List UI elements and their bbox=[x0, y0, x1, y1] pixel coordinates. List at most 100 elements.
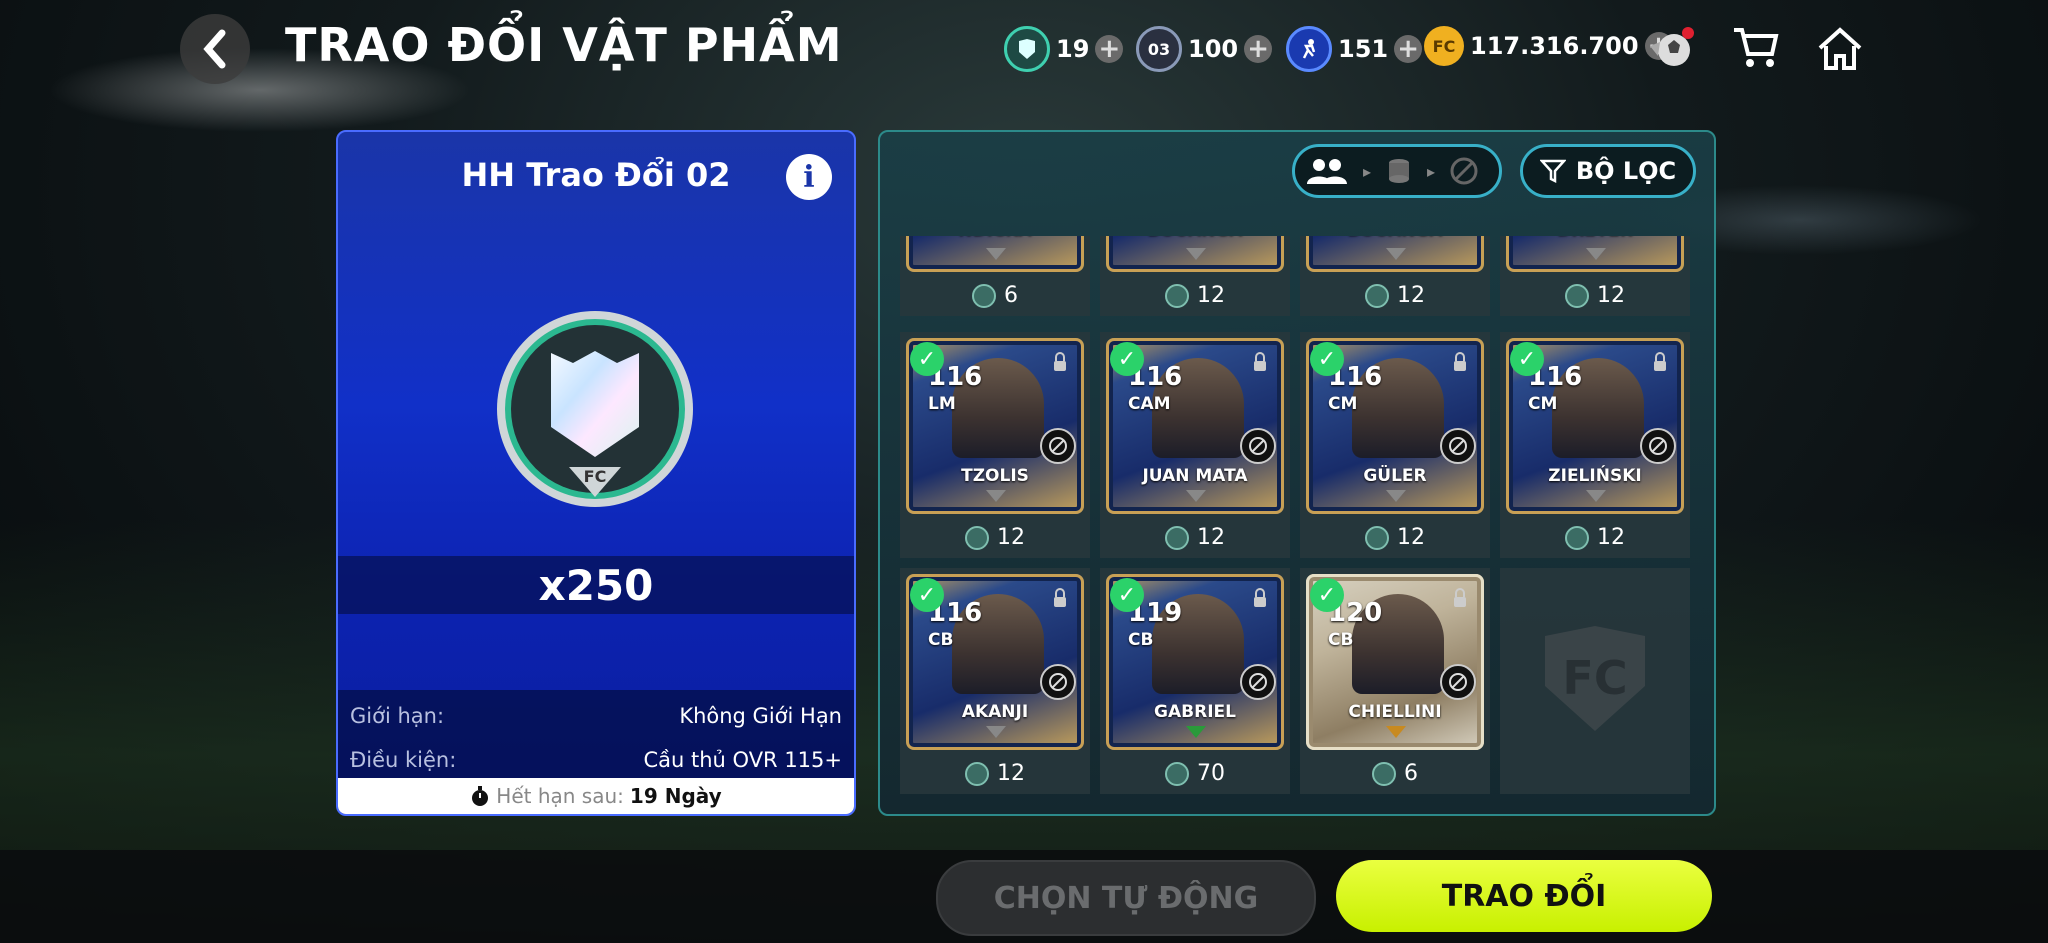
cost-value: 6 bbox=[1004, 283, 1018, 308]
player-position: CB bbox=[928, 630, 954, 650]
player-slot[interactable]: 116 CAM JUAN MATA ✓ 12 bbox=[1100, 332, 1290, 558]
auto-select-button[interactable]: CHỌN TỰ ĐỘNG bbox=[936, 860, 1316, 936]
checkmark-icon: ✓ bbox=[1310, 342, 1344, 376]
level-indicator bbox=[1386, 726, 1406, 738]
exchange-quantity: x250 bbox=[338, 556, 854, 614]
svg-text:FC: FC bbox=[584, 467, 607, 486]
level-indicator bbox=[1386, 248, 1406, 260]
player-card: BOUANGA bbox=[1106, 236, 1284, 272]
player-card: 116 CB AKANJI ✓ bbox=[906, 574, 1084, 750]
player-card: 116 CAM JUAN MATA ✓ bbox=[1106, 338, 1284, 514]
empty-slot: FC bbox=[1500, 568, 1690, 794]
player-slot[interactable]: 116 LM TZOLIS ✓ 12 bbox=[900, 332, 1090, 558]
cost-row: 12 bbox=[900, 525, 1090, 550]
player-card: 116 LM TZOLIS ✓ bbox=[906, 338, 1084, 514]
back-button[interactable] bbox=[180, 14, 250, 84]
player-position: LM bbox=[928, 394, 956, 414]
cost-row: 12 bbox=[1300, 283, 1490, 308]
filter-button[interactable]: BỘ LỌC bbox=[1520, 144, 1696, 198]
cost-value: 6 bbox=[1404, 761, 1418, 786]
no-trade-icon bbox=[1440, 428, 1476, 464]
checkmark-icon: ✓ bbox=[1110, 342, 1144, 376]
chevron-left-icon bbox=[203, 29, 226, 69]
player-position: CM bbox=[1528, 394, 1558, 414]
player-selection-panel: ▸ ▸ BỘ LỌC NDICKA6BOUANGA12BOUANGA12DREY… bbox=[878, 130, 1716, 816]
trade-button[interactable]: TRAO ĐỔI bbox=[1336, 860, 1712, 932]
player-card: NDICKA bbox=[906, 236, 1084, 272]
ball-news-button[interactable] bbox=[1644, 20, 1700, 76]
cost-row: 12 bbox=[1100, 283, 1290, 308]
player-name: AKANJI bbox=[961, 702, 1029, 722]
cost-row: 12 bbox=[1300, 525, 1490, 550]
player-position: CB bbox=[1328, 630, 1354, 650]
player-slot-partial[interactable]: BOUANGA 12 bbox=[1300, 236, 1490, 316]
shield-gem-icon bbox=[1004, 26, 1050, 72]
cart-icon bbox=[1734, 28, 1779, 67]
checkmark-icon: ✓ bbox=[1510, 342, 1544, 376]
cost-value: 12 bbox=[1597, 283, 1625, 308]
add-currency-button[interactable]: + bbox=[1244, 35, 1273, 63]
cost-row: 6 bbox=[900, 283, 1090, 308]
checkmark-icon: ✓ bbox=[1310, 578, 1344, 612]
shield-gem-icon bbox=[1165, 283, 1189, 308]
currency-exchange-token: 19 + bbox=[1004, 26, 1124, 72]
player-grid: NDICKA6BOUANGA12BOUANGA12DREYER12116LMTZ… bbox=[900, 236, 1700, 796]
player-slot[interactable]: 116 CM ZIELIŃSKI ✓ 12 bbox=[1500, 332, 1690, 558]
lock-icon bbox=[1052, 352, 1068, 372]
info-icon: i bbox=[803, 159, 815, 195]
player-position: CM bbox=[1328, 394, 1358, 414]
player-name: BOUANGA bbox=[1106, 236, 1284, 240]
shield-gem-icon bbox=[1165, 761, 1189, 786]
cost-value: 12 bbox=[1197, 283, 1225, 308]
lock-icon bbox=[1252, 588, 1268, 608]
no-trade-icon bbox=[1640, 428, 1676, 464]
player-slot-partial[interactable]: NDICKA 6 bbox=[900, 236, 1090, 316]
chevron-right-icon: ▸ bbox=[1427, 161, 1436, 181]
player-position: CB bbox=[1128, 630, 1154, 650]
cost-row: 70 bbox=[1100, 761, 1290, 786]
limit-row: Giới hạn: Không Giới Hạn bbox=[350, 704, 842, 728]
shield-gem-icon bbox=[1565, 283, 1589, 308]
add-currency-button[interactable]: + bbox=[1394, 35, 1423, 63]
ticket-03-icon: 03 bbox=[1136, 26, 1182, 72]
player-card: 120 CB CHIELLINI ✓ bbox=[1306, 574, 1484, 750]
player-slot-partial[interactable]: BOUANGA 12 bbox=[1100, 236, 1290, 316]
player-name: GABRIEL bbox=[1154, 702, 1236, 722]
player-slot[interactable]: 116 CB AKANJI ✓ 12 bbox=[900, 568, 1090, 794]
cost-value: 12 bbox=[1397, 283, 1425, 308]
level-indicator bbox=[1386, 490, 1406, 502]
home-icon bbox=[1818, 27, 1862, 70]
player-slot[interactable]: 120 CB CHIELLINI ✓ 6 bbox=[1300, 568, 1490, 794]
player-card: DREYER bbox=[1506, 236, 1684, 272]
currency-value: 100 bbox=[1188, 35, 1239, 63]
expire-label: Hết hạn sau: bbox=[496, 784, 624, 808]
page-title: TRAO ĐỔI VẬT PHẨM bbox=[285, 18, 843, 72]
cost-row: 6 bbox=[1300, 761, 1490, 786]
stopwatch-icon bbox=[472, 786, 489, 806]
checkmark-icon: ✓ bbox=[910, 578, 944, 612]
shield-gem-icon bbox=[1565, 525, 1589, 550]
cost-row: 12 bbox=[1100, 525, 1290, 550]
player-slot[interactable]: 119 CB GABRIEL ✓ 70 bbox=[1100, 568, 1290, 794]
condition-row: Điều kiện: Cầu thủ OVR 115+ bbox=[350, 748, 842, 772]
fc-coin-icon: FC bbox=[1424, 26, 1464, 66]
player-run-icon bbox=[1286, 26, 1332, 72]
team-mode-selector[interactable]: ▸ ▸ bbox=[1292, 144, 1502, 198]
player-name: NDICKA bbox=[906, 236, 1084, 240]
add-currency-button[interactable]: + bbox=[1095, 35, 1124, 63]
currency-value: 117.316.700 bbox=[1470, 32, 1639, 60]
player-slot[interactable]: 116 CM GÜLER ✓ 12 bbox=[1300, 332, 1490, 558]
cost-row: 12 bbox=[1500, 525, 1690, 550]
home-button[interactable] bbox=[1812, 20, 1868, 76]
level-indicator bbox=[1586, 248, 1606, 260]
shield-gem-icon bbox=[965, 761, 989, 786]
shop-button[interactable] bbox=[1728, 20, 1784, 76]
chevron-right-icon: ▸ bbox=[1363, 161, 1372, 181]
currency-value: 19 bbox=[1056, 35, 1090, 63]
cost-value: 12 bbox=[1397, 525, 1425, 550]
info-button[interactable]: i bbox=[786, 154, 832, 200]
limit-value: Không Giới Hạn bbox=[679, 704, 842, 728]
no-trade-icon bbox=[1240, 428, 1276, 464]
shield-gem-icon: FC bbox=[497, 311, 693, 507]
player-slot-partial[interactable]: DREYER 12 bbox=[1500, 236, 1690, 316]
